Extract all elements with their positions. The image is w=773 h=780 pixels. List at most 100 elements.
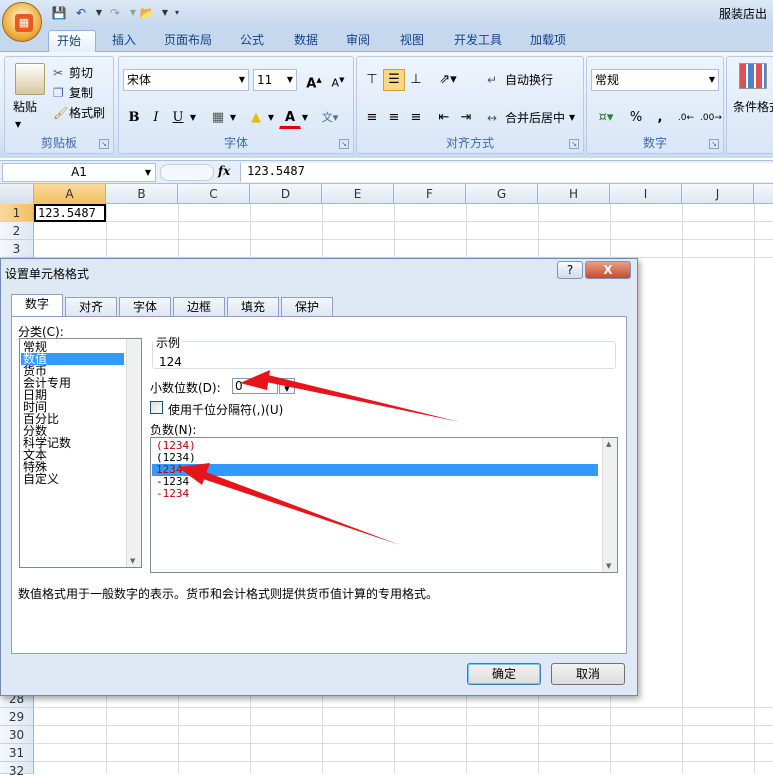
column-header[interactable]: C bbox=[178, 184, 250, 204]
negative-scrollbar[interactable]: ▲ ▼ bbox=[602, 438, 617, 572]
column-header[interactable]: E bbox=[322, 184, 394, 204]
merge-center-button[interactable]: 合并后居中 bbox=[505, 108, 565, 128]
paste-button[interactable]: 粘贴 bbox=[13, 97, 37, 117]
number-format-combo[interactable]: 常规 ▼ bbox=[591, 69, 719, 91]
tab-review[interactable]: 审阅 bbox=[338, 30, 378, 52]
orientation-icon[interactable]: ⇗▾ bbox=[433, 69, 463, 91]
tab-home[interactable]: 开始 bbox=[48, 30, 96, 52]
redo-icon[interactable]: ↷ bbox=[106, 4, 124, 22]
copy-icon[interactable]: ❐ bbox=[53, 83, 64, 103]
row-header[interactable]: 2 bbox=[0, 222, 34, 240]
font-size-combo[interactable]: 11 ▼ bbox=[253, 69, 297, 91]
wrap-text-icon[interactable]: ↵ bbox=[487, 70, 497, 90]
scroll-down-icon[interactable]: ▼ bbox=[606, 562, 611, 570]
customize-qat-icon[interactable]: ▾ bbox=[168, 4, 186, 22]
negative-numbers-list[interactable]: (1234) (1234) 1234 -1234 -1234 ▲ ▼ bbox=[150, 437, 618, 573]
align-bottom-icon[interactable]: ⊥ bbox=[405, 69, 427, 91]
border-dropdown-icon[interactable]: ▼ bbox=[227, 107, 239, 129]
underline-button[interactable]: U bbox=[167, 107, 189, 129]
clipboard-launcher-icon[interactable]: ↘ bbox=[99, 139, 109, 149]
row-header[interactable]: 32 bbox=[0, 762, 34, 778]
underline-dropdown-icon[interactable]: ▼ bbox=[187, 107, 199, 129]
tab-developer[interactable]: 开发工具 bbox=[446, 30, 510, 52]
fill-color-dropdown-icon[interactable]: ▼ bbox=[265, 107, 277, 129]
wrap-text-button[interactable]: 自动换行 bbox=[505, 70, 553, 90]
comma-button[interactable]: , bbox=[649, 107, 671, 129]
column-header[interactable]: H bbox=[538, 184, 610, 204]
row-header[interactable]: 31 bbox=[0, 744, 34, 762]
tab-number[interactable]: 数字 bbox=[11, 294, 63, 318]
thousands-separator-label[interactable]: 使用千位分隔符(,)(U) bbox=[168, 401, 283, 418]
category-scrollbar[interactable]: ▼ bbox=[126, 339, 141, 567]
office-button[interactable]: ▦ bbox=[2, 2, 42, 42]
align-right-icon[interactable]: ≡ bbox=[405, 107, 427, 129]
scroll-down-icon[interactable]: ▼ bbox=[130, 557, 135, 565]
name-box[interactable]: A1 ▼ bbox=[2, 163, 156, 182]
bold-button[interactable]: B bbox=[123, 107, 145, 129]
thousands-separator-checkbox[interactable] bbox=[150, 401, 163, 414]
tab-border[interactable]: 边框 bbox=[173, 297, 225, 317]
row-header[interactable]: 1 bbox=[0, 204, 34, 222]
undo-icon[interactable]: ↶ bbox=[72, 4, 90, 22]
column-header[interactable]: J bbox=[682, 184, 754, 204]
spin-down-icon[interactable]: ▼ bbox=[280, 386, 294, 393]
grow-font-icon[interactable]: A▲ bbox=[303, 69, 325, 91]
conditional-format-button[interactable]: 条件格式 bbox=[733, 97, 773, 117]
column-header[interactable]: I bbox=[610, 184, 682, 204]
font-launcher-icon[interactable]: ↘ bbox=[339, 139, 349, 149]
tab-view[interactable]: 视图 bbox=[392, 30, 432, 52]
paste-icon[interactable] bbox=[15, 63, 45, 95]
decrease-decimal-icon[interactable]: .00→ bbox=[699, 107, 722, 129]
phonetic-icon[interactable]: 文▾ bbox=[315, 107, 345, 129]
merge-center-icon[interactable]: ↔ bbox=[487, 108, 497, 128]
open-folder-icon[interactable]: 📂 bbox=[138, 4, 156, 22]
category-list[interactable]: 常规 数值 货币 会计专用 日期 时间 百分比 分数 科学记数 文本 特殊 自定… bbox=[19, 338, 142, 568]
formula-input[interactable]: 123.5487 bbox=[240, 163, 773, 182]
paste-dropdown-icon[interactable]: ▼ bbox=[15, 115, 21, 135]
tab-alignment[interactable]: 对齐 bbox=[65, 297, 117, 317]
format-painter-button[interactable]: 格式刷 bbox=[69, 103, 105, 123]
increase-indent-icon[interactable]: ⇥ bbox=[455, 107, 477, 129]
decimal-places-input[interactable]: 0 bbox=[232, 378, 278, 394]
row-header[interactable]: 29 bbox=[0, 708, 34, 726]
number-launcher-icon[interactable]: ↘ bbox=[709, 139, 719, 149]
save-icon[interactable]: 💾 bbox=[50, 4, 68, 22]
font-color-icon[interactable]: A bbox=[279, 107, 301, 129]
fill-color-icon[interactable]: ▲ bbox=[245, 107, 267, 129]
insert-function-icon[interactable]: fx bbox=[218, 164, 230, 178]
decrease-indent-icon[interactable]: ⇤ bbox=[433, 107, 455, 129]
tab-formulas[interactable]: 公式 bbox=[232, 30, 272, 52]
tab-insert[interactable]: 插入 bbox=[104, 30, 144, 52]
column-header[interactable]: D bbox=[250, 184, 322, 204]
category-item[interactable]: 自定义 bbox=[21, 473, 124, 485]
font-name-combo[interactable]: 宋体 ▼ bbox=[123, 69, 249, 91]
alignment-launcher-icon[interactable]: ↘ bbox=[569, 139, 579, 149]
column-header[interactable]: A bbox=[34, 184, 106, 204]
percent-button[interactable]: % bbox=[625, 107, 647, 129]
column-header[interactable]: G bbox=[466, 184, 538, 204]
ok-button[interactable]: 确定 bbox=[467, 663, 541, 685]
column-header[interactable]: F bbox=[394, 184, 466, 204]
format-painter-icon[interactable]: 🖌 bbox=[53, 103, 68, 123]
currency-icon[interactable]: ¤▾ bbox=[591, 107, 621, 129]
increase-decimal-icon[interactable]: .0← bbox=[675, 107, 697, 129]
align-middle-icon[interactable]: ☰ bbox=[383, 69, 405, 91]
cell-a1[interactable]: 123.5487 bbox=[34, 204, 106, 222]
scroll-up-icon[interactable]: ▲ bbox=[606, 440, 611, 448]
merge-dropdown-icon[interactable]: ▼ bbox=[569, 108, 575, 128]
align-top-icon[interactable]: ⊤ bbox=[361, 69, 383, 91]
tab-protection[interactable]: 保护 bbox=[281, 297, 333, 317]
border-icon[interactable]: ▦ bbox=[207, 107, 229, 129]
font-color-dropdown-icon[interactable]: ▼ bbox=[299, 107, 311, 129]
negative-item[interactable]: (1234) bbox=[152, 440, 598, 452]
negative-item[interactable]: -1234 bbox=[152, 488, 598, 500]
tab-page-layout[interactable]: 页面布局 bbox=[156, 30, 220, 52]
row-header[interactable]: 3 bbox=[0, 240, 34, 258]
select-all-corner[interactable] bbox=[0, 184, 34, 204]
shrink-font-icon[interactable]: A▼ bbox=[327, 69, 349, 91]
negative-item-selected[interactable]: 1234 bbox=[152, 464, 598, 476]
negative-item[interactable]: (1234) bbox=[152, 452, 598, 464]
cut-button[interactable]: 剪切 bbox=[69, 63, 93, 83]
tab-fill[interactable]: 填充 bbox=[227, 297, 279, 317]
conditional-format-icon[interactable] bbox=[739, 63, 767, 89]
